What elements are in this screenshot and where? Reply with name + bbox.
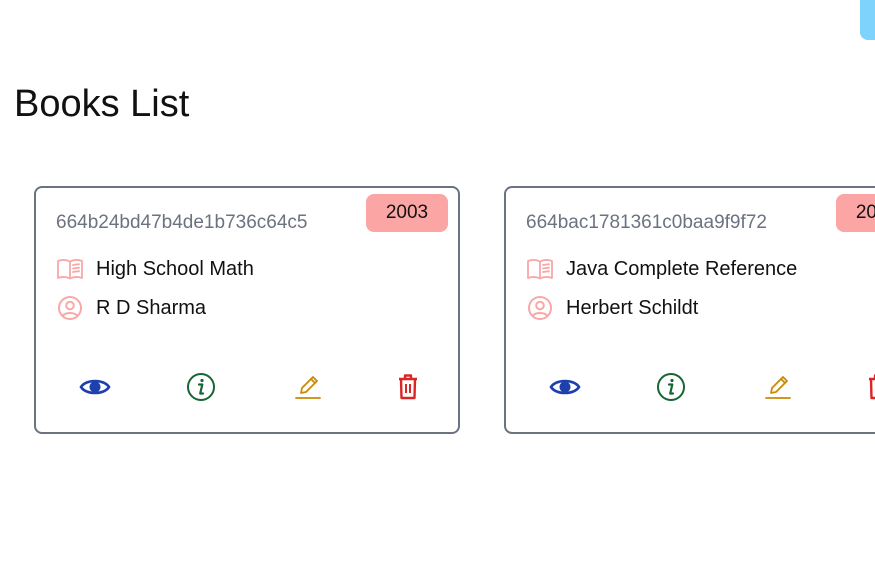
book-id: 664bac1781361c0baa9f9f72: [526, 212, 767, 233]
book-title: High School Math: [96, 257, 254, 280]
book-author: R D Sharma: [96, 296, 207, 319]
page: Books List 2003 664b24bd47b4de1b736c64c5…: [0, 0, 875, 578]
year-badge: 2003: [366, 194, 448, 232]
book-title-row: Java Complete Reference: [526, 254, 797, 284]
view-button[interactable]: [75, 368, 115, 408]
pencil-icon: [764, 373, 792, 404]
user-circle-icon: [56, 294, 84, 322]
info-icon: [186, 372, 216, 405]
edit-button[interactable]: [758, 368, 798, 408]
info-button[interactable]: [651, 368, 691, 408]
eye-icon: [79, 376, 111, 401]
info-icon: [656, 372, 686, 405]
create-book-button[interactable]: [860, 0, 875, 40]
book-author-row: Herbert Schildt: [526, 293, 698, 323]
user-circle-icon: [526, 294, 554, 322]
info-button[interactable]: [181, 368, 221, 408]
trash-icon: [866, 373, 875, 404]
pencil-icon: [294, 373, 322, 404]
book-open-icon: [526, 255, 554, 283]
book-card: 2007 664bac1781361c0baa9f9f72 Java Compl…: [504, 186, 875, 434]
trash-icon: [396, 373, 420, 404]
book-author-row: R D Sharma: [56, 293, 206, 323]
book-author: Herbert Schildt: [566, 296, 699, 319]
page-title: Books List: [14, 83, 190, 125]
delete-button[interactable]: [388, 368, 428, 408]
eye-icon: [549, 376, 581, 401]
book-open-icon: [56, 255, 84, 283]
book-id: 664b24bd47b4de1b736c64c5: [56, 212, 308, 233]
edit-button[interactable]: [288, 368, 328, 408]
year-badge: 2007: [836, 194, 875, 232]
view-button[interactable]: [545, 368, 585, 408]
book-card: 2003 664b24bd47b4de1b736c64c5 High Schoo…: [34, 186, 460, 434]
card-actions: [506, 368, 875, 408]
card-actions: [36, 368, 462, 408]
delete-button[interactable]: [858, 368, 875, 408]
book-title: Java Complete Reference: [566, 257, 798, 280]
book-title-row: High School Math: [56, 254, 254, 284]
